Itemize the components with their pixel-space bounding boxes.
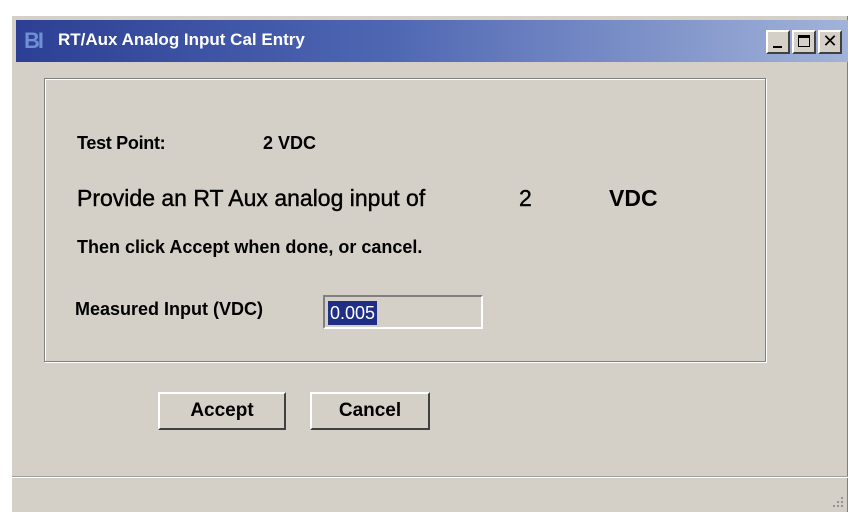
prompt-value: 2 [519, 185, 532, 211]
minimize-icon [773, 46, 782, 48]
cancel-button[interactable]: Cancel [310, 392, 430, 430]
measured-input-label: Measured Input (VDC) [75, 299, 264, 319]
window-title: RT/Aux Analog Input Cal Entry [58, 30, 305, 49]
close-icon: ✕ [822, 31, 838, 51]
app-icon: BI [24, 28, 44, 53]
resize-grip-icon[interactable] [830, 494, 844, 508]
minimize-button[interactable] [766, 30, 790, 54]
instruction-text: Then click Accept when done, or cancel. [77, 237, 423, 257]
prompt-unit: VDC [609, 185, 658, 211]
close-button[interactable]: ✕ [818, 30, 842, 54]
test-point-value: 2 VDC [263, 133, 317, 153]
test-point-label: Test Point: [77, 133, 166, 153]
measured-input-field[interactable]: 0.005 [323, 295, 483, 329]
title-bar[interactable]: BI RT/Aux Analog Input Cal Entry ✕ [16, 20, 848, 62]
maximize-button[interactable] [792, 30, 816, 54]
prompt-text: Provide an RT Aux analog input of [77, 185, 426, 211]
maximize-icon [798, 35, 810, 47]
accept-button[interactable]: Accept [158, 392, 286, 430]
status-bar-divider [12, 476, 848, 478]
measured-input-value: 0.005 [328, 301, 378, 325]
dialog-window: BI RT/Aux Analog Input Cal Entry ✕ Test … [10, 14, 848, 512]
calibration-group: Test Point: 2 VDC Provide an RT Aux anal… [44, 78, 766, 362]
